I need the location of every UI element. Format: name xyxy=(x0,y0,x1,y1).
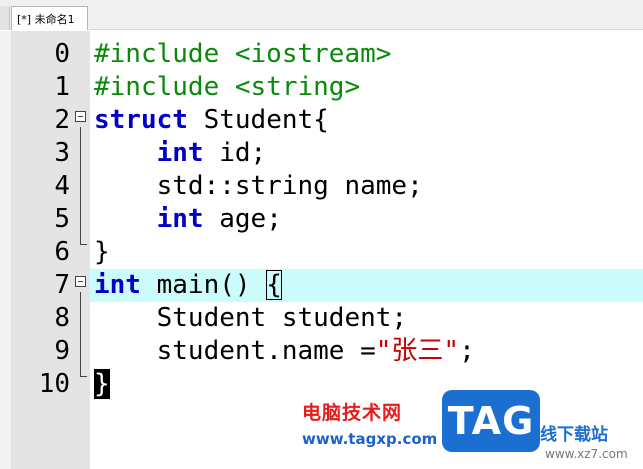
line-number: 4 xyxy=(54,171,70,201)
line-number: 6 xyxy=(54,237,70,267)
code-text: struct Student{ xyxy=(94,104,329,137)
tab-untitled[interactable]: [*] 未命名1 xyxy=(11,6,88,30)
code-token: Student{ xyxy=(187,105,329,135)
watermark-logo-text: TAG xyxy=(447,399,535,443)
fold-end-struct xyxy=(80,244,87,245)
code-token: int xyxy=(156,138,204,168)
line-number: 8 xyxy=(54,303,70,333)
code-token: } xyxy=(94,237,110,267)
code-token: std::string name; xyxy=(94,171,423,201)
line-number: 1 xyxy=(54,72,70,102)
code-line[interactable]: 7 int main() { xyxy=(0,269,643,302)
code-token: int xyxy=(156,204,204,234)
code-token: main() xyxy=(140,270,267,300)
watermark-side-url: www.xz7.com xyxy=(545,447,628,461)
code-token: } xyxy=(94,369,110,399)
code-token: age; xyxy=(203,204,282,234)
code-text: int main() { xyxy=(94,269,282,302)
fold-guide-struct xyxy=(80,127,81,244)
line-number: 5 xyxy=(54,204,70,234)
watermark-site-name: 电脑技术网 xyxy=(302,402,403,424)
line-number: 9 xyxy=(54,336,70,366)
watermark-url: www.tagxp.com xyxy=(302,430,438,448)
fold-end-main xyxy=(80,376,87,377)
code-text: } xyxy=(94,368,110,401)
code-text: Student student; xyxy=(94,302,407,335)
code-token: ; xyxy=(459,336,475,366)
code-token: int xyxy=(94,270,141,300)
code-text: #include <iostream> xyxy=(94,38,391,71)
tab-scroll-area[interactable] xyxy=(0,6,10,30)
code-text: student.name ="张三"; xyxy=(94,335,475,368)
code-token: struct xyxy=(94,105,188,135)
code-line[interactable]: 9 student.name ="张三"; xyxy=(0,335,643,368)
code-token: { xyxy=(266,270,282,300)
watermark-logo: TAG xyxy=(442,390,540,452)
code-token: id; xyxy=(203,138,267,168)
code-text: #include <string> xyxy=(94,71,360,104)
line-number: 10 xyxy=(38,369,70,399)
code-token: #include <string> xyxy=(94,72,361,102)
code-text: } xyxy=(94,236,110,269)
watermark-side-text: 线下载站 xyxy=(540,425,608,445)
code-token: #include <iostream> xyxy=(94,39,392,69)
fold-toggle-struct[interactable] xyxy=(75,111,86,122)
code-line[interactable]: 0 #include <iostream> xyxy=(0,38,643,71)
tab-label: [*] 未命名1 xyxy=(17,12,75,26)
code-line[interactable]: 2 struct Student{ xyxy=(0,104,643,137)
code-token: student.name = xyxy=(94,336,376,366)
line-number: 2 xyxy=(54,105,70,135)
code-line[interactable]: 10} xyxy=(0,368,643,401)
code-line[interactable]: 4 std::string name; xyxy=(0,170,643,203)
code-token: "张三" xyxy=(375,336,460,366)
code-token: Student student; xyxy=(94,303,408,333)
line-number: 7 xyxy=(54,270,70,300)
line-number: 3 xyxy=(54,138,70,168)
code-text: std::string name; xyxy=(94,170,423,203)
code-text: int id; xyxy=(94,137,267,170)
code-line[interactable]: 1 #include <string> xyxy=(0,71,643,104)
fold-guide-main xyxy=(80,292,81,376)
code-line[interactable]: 5 int age; xyxy=(0,203,643,236)
line-number: 0 xyxy=(54,39,70,69)
tab-bar: [*] 未命名1 xyxy=(0,0,643,30)
code-line[interactable]: 6} xyxy=(0,236,643,269)
fold-toggle-main[interactable] xyxy=(75,276,86,287)
code-line[interactable]: 8 Student student; xyxy=(0,302,643,335)
code-line[interactable]: 3 int id; xyxy=(0,137,643,170)
code-text: int age; xyxy=(94,203,282,236)
